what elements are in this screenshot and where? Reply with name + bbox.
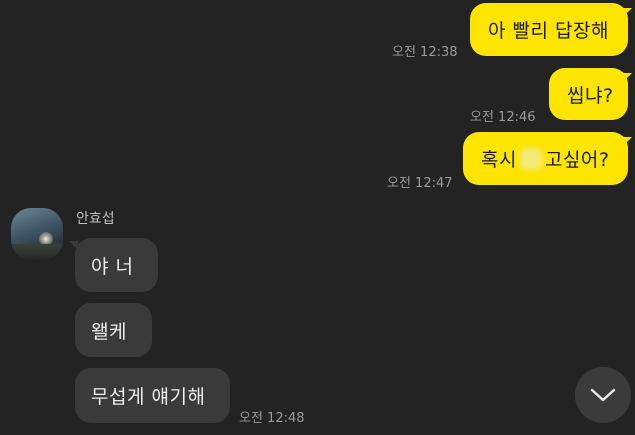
message-time: 오전 12:48 (239, 411, 305, 426)
avatar[interactable] (11, 208, 63, 260)
chat-room: 오전 12:38 아 빨리 답장해 오전 12:46 씹냐? 오전 12:47 … (0, 0, 635, 435)
bubble-tail (623, 137, 632, 146)
message-text: 혹시 (481, 149, 517, 171)
their-message-bubble[interactable]: 야 너 (75, 238, 158, 292)
message-text: 고싶어? (544, 149, 610, 171)
my-message-bubble[interactable]: 혹시 고싶어? (463, 132, 628, 185)
message-text: 왤케 (91, 320, 127, 343)
avatar-ground (11, 244, 63, 260)
their-message-bubble[interactable]: 무섭게 얘기해 (75, 368, 230, 423)
their-message-bubble[interactable]: 왤케 (75, 303, 152, 357)
sender-name: 안효섭 (76, 211, 115, 227)
my-message-bubble[interactable]: 아 빨리 답장해 (470, 3, 628, 56)
scroll-to-bottom-button[interactable] (575, 367, 631, 423)
bubble-tail (623, 73, 632, 82)
redacted-blur (519, 147, 542, 170)
message-text: 야 너 (91, 255, 134, 278)
message-text: 무섭게 얘기해 (91, 386, 206, 408)
chevron-down-icon (590, 388, 616, 402)
my-message-bubble[interactable]: 씹냐? (549, 68, 628, 120)
message-text: 씹냐? (567, 84, 614, 107)
bubble-tail (623, 8, 632, 17)
message-time: 오전 12:46 (470, 110, 536, 125)
message-time: 오전 12:47 (387, 176, 453, 191)
message-text: 아 빨리 답장해 (488, 20, 609, 42)
message-time: 오전 12:38 (392, 45, 458, 60)
